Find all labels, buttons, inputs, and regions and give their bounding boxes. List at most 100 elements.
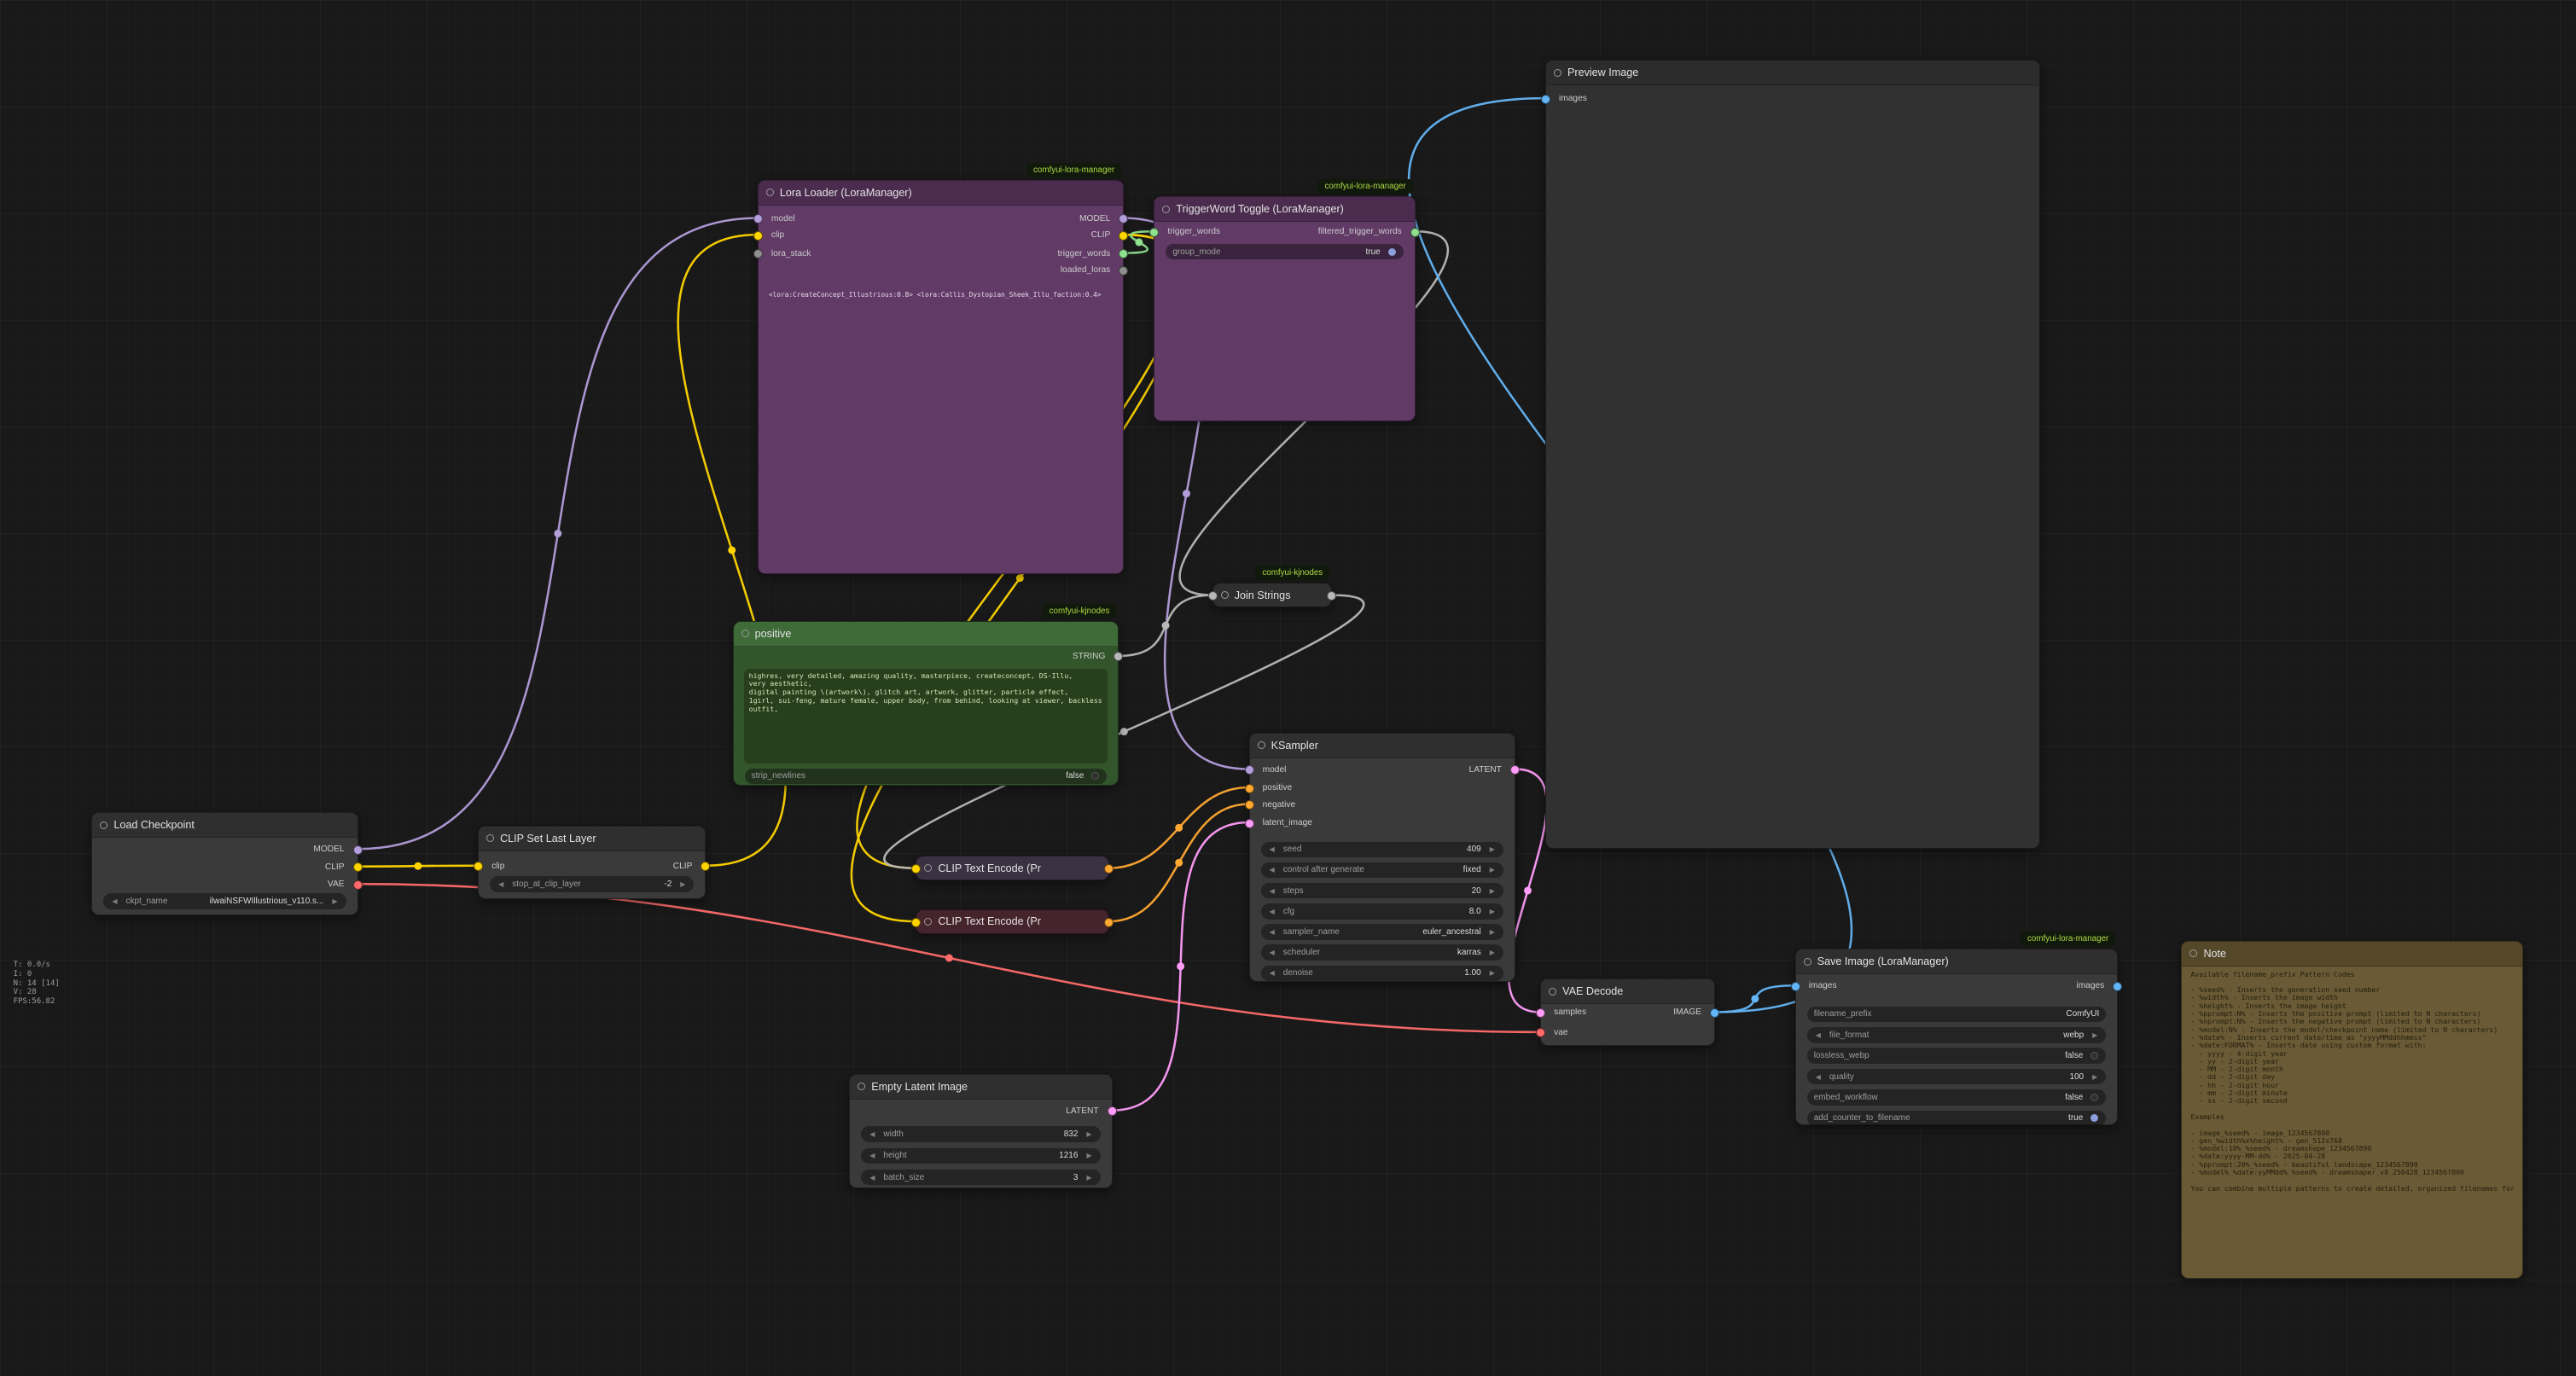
node-clip-set-last-layer[interactable]: CLIP Set Last LayerclipCLIP◀stop_at_clip…: [478, 826, 706, 899]
widget-cfg[interactable]: ◀cfg8.0▶: [1261, 903, 1503, 920]
toggle-indicator[interactable]: [2090, 1094, 2098, 1101]
increment-arrow[interactable]: ▶: [1485, 866, 1500, 874]
widget-scheduler[interactable]: ◀schedulerkarras▶: [1261, 944, 1503, 961]
node-preview-image[interactable]: Preview Imageimages: [1545, 60, 2040, 849]
widget-strip_newlines[interactable]: strip_newlinesfalse: [745, 769, 1108, 785]
decrement-arrow[interactable]: ◀: [1265, 845, 1280, 853]
decrement-arrow[interactable]: ◀: [1811, 1073, 1826, 1081]
node-clip-text-encode-negative[interactable]: CLIP Text Encode (Pr: [916, 909, 1108, 934]
node-header[interactable]: Empty Latent Image: [850, 1075, 1111, 1100]
node-header[interactable]: Load Checkpoint: [92, 813, 357, 838]
node-header[interactable]: CLIP Text Encode (Pr: [916, 856, 1108, 880]
widget-height[interactable]: ◀height1216▶: [861, 1148, 1100, 1164]
decrement-arrow[interactable]: ◀: [1265, 928, 1280, 936]
node-triggerword-toggle[interactable]: comfyui-lora-managerTriggerWord Toggle (…: [1154, 196, 1415, 421]
widget-file_format[interactable]: ◀file_formatwebp▶: [1807, 1027, 2107, 1043]
increment-arrow[interactable]: ▶: [1081, 1130, 1096, 1138]
node-header[interactable]: TriggerWord Toggle (LoraManager): [1154, 197, 1414, 222]
node-header[interactable]: CLIP Text Encode (Pr: [916, 910, 1108, 933]
widget-filename_prefix[interactable]: filename_prefixComfyUI: [1807, 1007, 2107, 1023]
toggle-indicator[interactable]: [1388, 248, 1396, 256]
node-ksampler[interactable]: KSamplermodelpositivenegativelatent_imag…: [1249, 733, 1515, 983]
collapse-toggle-icon[interactable]: [858, 1083, 865, 1090]
input-slot-link[interactable]: [1208, 591, 1218, 601]
collapse-toggle-icon[interactable]: [766, 189, 774, 196]
decrement-arrow[interactable]: ◀: [107, 897, 122, 905]
input-slot-link[interactable]: [911, 918, 921, 927]
increment-arrow[interactable]: ▶: [1485, 928, 1500, 936]
toggle-indicator[interactable]: [2090, 1114, 2098, 1122]
node-lora-loader[interactable]: comfyui-lora-managerLora Loader (LoraMan…: [758, 180, 1124, 575]
node-header[interactable]: Save Image (LoraManager): [1796, 949, 2118, 974]
collapse-toggle-icon[interactable]: [1549, 988, 1556, 996]
decrement-arrow[interactable]: ◀: [1265, 908, 1280, 915]
widget-seed[interactable]: ◀seed409▶: [1261, 842, 1503, 858]
collapse-toggle-icon[interactable]: [1221, 591, 1229, 599]
node-vae-decode[interactable]: VAE DecodesamplesvaeIMAGE: [1540, 978, 1715, 1045]
increment-arrow[interactable]: ▶: [1485, 887, 1500, 895]
node-empty-latent-image[interactable]: Empty Latent ImageLATENT◀width832▶◀heigh…: [849, 1074, 1112, 1189]
widget-denoise[interactable]: ◀denoise1.00▶: [1261, 966, 1503, 982]
increment-arrow[interactable]: ▶: [675, 880, 690, 888]
collapse-toggle-icon[interactable]: [2189, 949, 2197, 957]
decrement-arrow[interactable]: ◀: [864, 1174, 880, 1182]
decrement-arrow[interactable]: ◀: [1811, 1031, 1826, 1039]
decrement-arrow[interactable]: ◀: [1265, 949, 1280, 956]
collapse-toggle-icon[interactable]: [1162, 206, 1170, 213]
decrement-arrow[interactable]: ◀: [1265, 887, 1280, 895]
widget-quality[interactable]: ◀quality100▶: [1807, 1069, 2107, 1085]
widget-width[interactable]: ◀width832▶: [861, 1126, 1100, 1142]
decrement-arrow[interactable]: ◀: [1265, 969, 1280, 977]
widget-stop_at_clip_layer[interactable]: ◀stop_at_clip_layer-2▶: [490, 876, 694, 892]
output-slot-link[interactable]: [1104, 864, 1114, 874]
widget-group_mode[interactable]: group_modetrue: [1166, 244, 1403, 260]
increment-arrow[interactable]: ▶: [1485, 969, 1500, 977]
decrement-arrow[interactable]: ◀: [493, 880, 509, 888]
widget-batch_size[interactable]: ◀batch_size3▶: [861, 1170, 1100, 1186]
prompt-textarea[interactable]: highres, very detailed, amazing quality,…: [744, 669, 1108, 763]
node-header[interactable]: Note: [2182, 942, 2521, 967]
decrement-arrow[interactable]: ◀: [864, 1130, 880, 1138]
increment-arrow[interactable]: ▶: [1485, 908, 1500, 915]
node-header[interactable]: Lora Loader (LoraManager): [759, 181, 1123, 206]
increment-arrow[interactable]: ▶: [1485, 949, 1500, 956]
widget-ckpt_name[interactable]: ◀ckpt_nameilwaiNSFWIllustrious_v110.s...…: [103, 893, 346, 909]
widget-lossless_webp[interactable]: lossless_webpfalse: [1807, 1048, 2107, 1064]
node-header[interactable]: KSampler: [1250, 734, 1515, 758]
decrement-arrow[interactable]: ◀: [864, 1152, 880, 1159]
node-note[interactable]: Note Available filename_prefix Pattern Co…: [2181, 941, 2522, 1279]
widget-control-after-generate[interactable]: ◀control after generatefixed▶: [1261, 862, 1503, 879]
widget-add_counter_to_filename[interactable]: add_counter_to_filenametrue: [1807, 1111, 2107, 1127]
toggle-indicator[interactable]: [2090, 1052, 2098, 1060]
node-header[interactable]: CLIP Set Last Layer: [479, 827, 705, 851]
node-load-checkpoint[interactable]: Load CheckpointMODELCLIPVAE◀ckpt_nameilw…: [91, 812, 358, 915]
node-header[interactable]: Preview Image: [1546, 61, 2039, 85]
node-positive[interactable]: comfyui-kjnodespositiveSTRINGstrip_newli…: [733, 621, 1119, 786]
node-join-strings[interactable]: comfyui-kjnodesJoin Strings: [1212, 583, 1333, 607]
collapse-toggle-icon[interactable]: [1258, 741, 1265, 749]
increment-arrow[interactable]: ▶: [2087, 1073, 2102, 1081]
node-header[interactable]: VAE Decode: [1541, 979, 1714, 1004]
widget-steps[interactable]: ◀steps20▶: [1261, 883, 1503, 899]
decrement-arrow[interactable]: ◀: [1265, 866, 1280, 874]
increment-arrow[interactable]: ▶: [1081, 1152, 1096, 1159]
toggle-indicator[interactable]: [1091, 772, 1099, 780]
node-header[interactable]: Join Strings: [1213, 583, 1332, 607]
collapse-toggle-icon[interactable]: [741, 630, 749, 637]
collapse-toggle-icon[interactable]: [924, 864, 932, 872]
collapse-toggle-icon[interactable]: [1554, 69, 1561, 77]
output-slot-link[interactable]: [1104, 918, 1114, 927]
increment-arrow[interactable]: ▶: [1081, 1174, 1096, 1182]
increment-arrow[interactable]: ▶: [1485, 845, 1500, 853]
collapse-toggle-icon[interactable]: [1804, 958, 1811, 966]
node-clip-text-encode-positive[interactable]: CLIP Text Encode (Pr: [916, 856, 1108, 880]
node-save-image[interactable]: comfyui-lora-managerSave Image (LoraMana…: [1795, 949, 2119, 1125]
collapse-toggle-icon[interactable]: [924, 918, 932, 926]
node-header[interactable]: positive: [734, 622, 1119, 647]
note-text[interactable]: Available filename_prefix Pattern Codes …: [2190, 971, 2516, 1273]
increment-arrow[interactable]: ▶: [2087, 1031, 2102, 1039]
graph-canvas[interactable]: T: 0.0/sI: 0N: 14 [14]V: 28FPS:56.82 Pre…: [0, 0, 2576, 1376]
widget-embed_workflow[interactable]: embed_workflowfalse: [1807, 1089, 2107, 1106]
widget-sampler_name[interactable]: ◀sampler_nameeuler_ancestral▶: [1261, 924, 1503, 940]
collapse-toggle-icon[interactable]: [486, 834, 494, 842]
